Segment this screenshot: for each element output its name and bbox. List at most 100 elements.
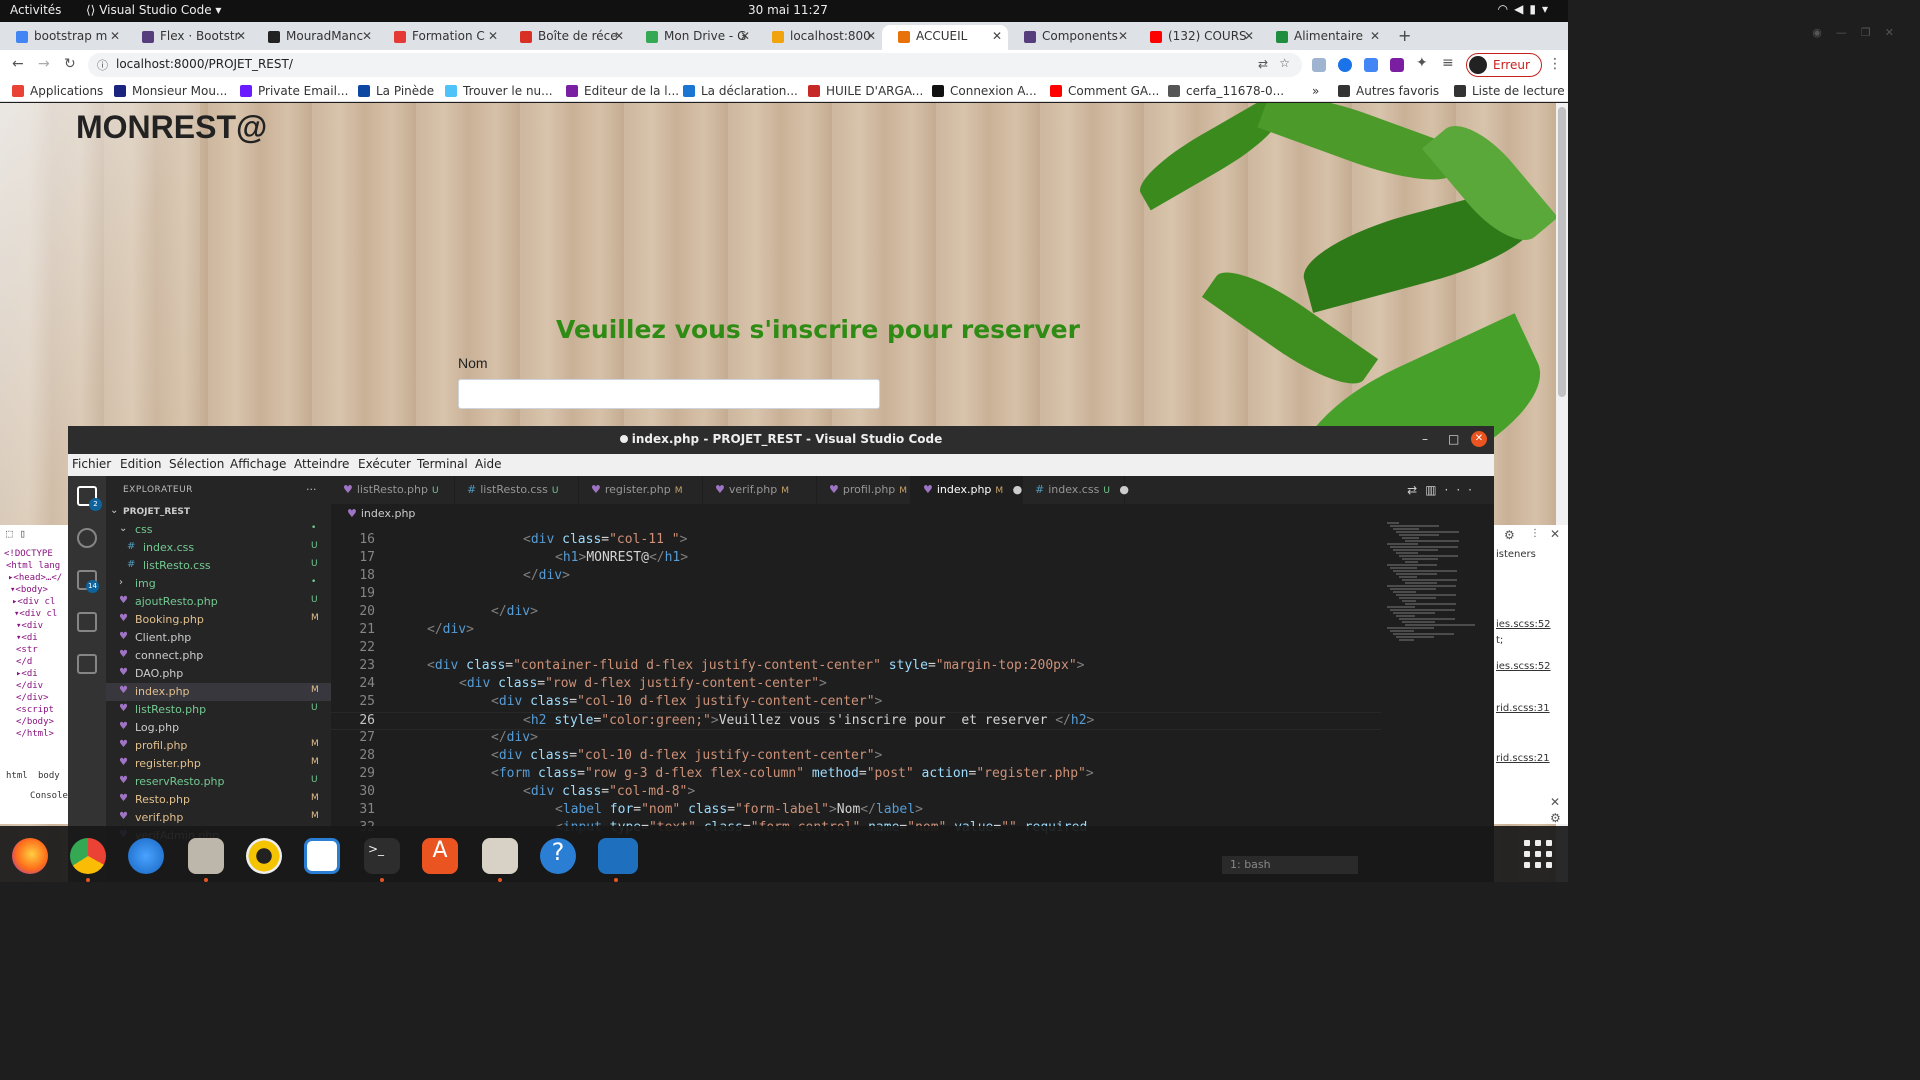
new-tab-button[interactable]: + <box>1398 26 1411 45</box>
reading-list-icon[interactable]: ≡ <box>1442 55 1454 71</box>
code-line[interactable]: 31 <label for="nom" class="form-label">No… <box>331 802 1381 820</box>
bookmark-item[interactable]: Connexion A... <box>932 84 1037 98</box>
app-menu[interactable]: ⟨⟩ Visual Studio Code ▾ <box>86 3 221 17</box>
close-tab-icon[interactable]: ✕ <box>614 29 624 43</box>
unsaved-dot-icon[interactable]: ● <box>1116 483 1129 496</box>
minimize-icon[interactable]: – <box>1422 432 1428 446</box>
devtools-close-icon[interactable]: ✕ <box>1550 527 1560 541</box>
extension-icon[interactable] <box>1312 58 1326 72</box>
explorer-item[interactable]: ♥ DAO.php <box>106 665 331 683</box>
search-icon[interactable] <box>77 528 97 548</box>
dom-node-line[interactable]: </d <box>16 657 32 667</box>
profile-error-button[interactable]: Erreur <box>1466 53 1542 77</box>
code-line[interactable]: 19 <box>331 586 1381 604</box>
editor-tab[interactable]: # listResto.css U <box>455 476 579 504</box>
menu-exécuter[interactable]: Exécuter <box>358 457 411 471</box>
browser-tab[interactable]: Components ✕ <box>1008 25 1134 50</box>
browser-window-controls[interactable]: ◉—❐✕ <box>1812 26 1908 39</box>
dom-node-line[interactable]: ▾<div cl <box>14 609 57 619</box>
unsaved-dot-icon[interactable]: ● <box>1009 483 1023 496</box>
close-tab-icon[interactable]: ✕ <box>866 29 876 43</box>
minimize-icon[interactable]: — <box>1836 26 1861 39</box>
close-tab-icon[interactable]: ✕ <box>1244 29 1254 43</box>
browser-tab[interactable]: Alimentaire ✕ <box>1260 25 1386 50</box>
site-info-icon[interactable]: ⓘ <box>97 57 108 73</box>
bookmark-item[interactable]: Autres favoris <box>1338 84 1439 98</box>
extension-icon[interactable] <box>1338 58 1352 72</box>
style-source-link[interactable]: ies.scss:52 <box>1496 619 1551 630</box>
drawer-settings-icon[interactable]: ⚙ <box>1550 811 1561 824</box>
open-changes-icon[interactable]: ⇄ <box>1407 483 1425 497</box>
inspect-icon[interactable]: ⬚ ▯ <box>6 527 26 540</box>
code-line[interactable]: 27 </div> <box>331 730 1381 748</box>
more-actions-icon[interactable]: ··· <box>1445 483 1480 497</box>
close-tab-icon[interactable]: ✕ <box>1118 29 1128 43</box>
site-brand[interactable]: MONREST@ <box>76 109 267 146</box>
dom-node-line[interactable]: ▾<di <box>16 633 38 643</box>
minimap[interactable] <box>1383 522 1483 652</box>
close-tab-icon[interactable]: ✕ <box>236 29 246 43</box>
code-line[interactable]: 26 <h2 style="color:green;">Veuillez vous… <box>331 712 1381 730</box>
split-editor-icon[interactable]: ▥ <box>1425 483 1444 497</box>
editor-tab[interactable]: ♥ listResto.php U <box>331 476 455 504</box>
run-debug-icon[interactable] <box>77 612 97 632</box>
explorer-item[interactable]: ♥ reservResto.php U <box>106 773 331 791</box>
ellipsis-icon[interactable]: ··· <box>306 483 317 496</box>
console-tab[interactable]: Console <box>30 791 68 801</box>
bookmark-item[interactable]: Comment GA... <box>1050 84 1159 98</box>
dom-node-line[interactable]: <str <box>16 645 38 655</box>
close-tab-icon[interactable]: ✕ <box>362 29 372 43</box>
editor-tab[interactable]: ♥ verif.php M <box>703 476 817 504</box>
bookmark-item[interactable]: Editeur de la l... <box>566 84 679 98</box>
browser-tab[interactable]: Flex · Bootstr ✕ <box>126 25 252 50</box>
bookmark-item[interactable]: Liste de lecture <box>1454 84 1565 98</box>
menu-affichage[interactable]: Affichage <box>230 457 286 471</box>
archive-icon[interactable] <box>482 838 518 882</box>
code-line[interactable]: 24 <div class="row d-flex justify-content… <box>331 676 1381 694</box>
app-grid-icon[interactable] <box>1524 840 1554 870</box>
extension-icon[interactable] <box>1364 58 1378 72</box>
code-line[interactable]: 20 </div> <box>331 604 1381 622</box>
explorer-item[interactable]: ♥ ajoutResto.php U <box>106 593 331 611</box>
forward-icon[interactable]: → <box>38 56 50 72</box>
clock[interactable]: 30 mai 11:27 <box>748 3 828 17</box>
style-source-link[interactable]: t; <box>1496 635 1503 646</box>
explorer-item[interactable]: ♥ profil.php M <box>106 737 331 755</box>
explorer-item[interactable]: ♥ Client.php <box>106 629 331 647</box>
chrome-icon[interactable] <box>70 838 106 882</box>
bookmark-item[interactable]: La déclaration... <box>683 84 798 98</box>
dom-breadcrumb[interactable]: body <box>38 771 60 781</box>
code-line[interactable]: 18 </div> <box>331 568 1381 586</box>
browser-tab[interactable]: ACCUEIL ✕ <box>882 25 1008 50</box>
explorer-item[interactable]: ♥ connect.php <box>106 647 331 665</box>
explorer-item[interactable]: ♥ Booking.php M <box>106 611 331 629</box>
style-source-link[interactable]: rid.scss:31 <box>1496 703 1550 714</box>
code-line[interactable]: 23 <div class="container-fluid d-flex jus… <box>331 658 1381 676</box>
bookmark-star-icon[interactable]: ☆ <box>1279 56 1290 70</box>
style-source-link[interactable]: ies.scss:52 <box>1496 661 1551 672</box>
menu-aide[interactable]: Aide <box>475 457 502 471</box>
close-icon[interactable]: ✕ <box>1885 26 1908 39</box>
dom-node-line[interactable]: ▸<head>…</ <box>8 573 62 583</box>
reload-icon[interactable]: ↻ <box>64 56 76 72</box>
puzzle-icon[interactable]: ✦ <box>1416 55 1428 71</box>
code-line[interactable]: 25 <div class="col-10 d-flex justify-cont… <box>331 694 1381 712</box>
help-icon[interactable]: ? <box>540 838 576 874</box>
close-tab-icon[interactable]: ✕ <box>110 29 120 43</box>
browser-tab[interactable]: Boîte de réce ✕ <box>504 25 630 50</box>
dom-node-line[interactable]: </div <box>16 681 43 691</box>
editor-tab[interactable]: ♥ register.php M <box>579 476 703 504</box>
back-icon[interactable]: ← <box>12 56 24 72</box>
explorer-item[interactable]: # listResto.css U <box>106 557 331 575</box>
code-line[interactable]: 29 <form class="row g-3 d-flex flex-colum… <box>331 766 1381 784</box>
project-root[interactable]: ⌄ PROJET_REST <box>106 503 331 521</box>
explorer-item[interactable]: ♥ verif.php M <box>106 809 331 827</box>
terminal-select[interactable]: 1: bash <box>1222 856 1358 874</box>
editor-tab[interactable]: ♥ profil.php M <box>817 476 911 504</box>
dom-breadcrumb[interactable]: html <box>6 771 28 781</box>
style-source-link[interactable]: rid.scss:21 <box>1496 753 1550 764</box>
explorer-item[interactable]: ♥ listResto.php U <box>106 701 331 719</box>
explorer-item[interactable]: ♥ index.php M <box>106 683 331 701</box>
kebab-menu-icon[interactable]: ⋮ <box>1548 56 1562 72</box>
address-bar[interactable]: ⓘ localhost:8000/PROJET_REST/ ⇄ ☆ <box>88 53 1302 77</box>
